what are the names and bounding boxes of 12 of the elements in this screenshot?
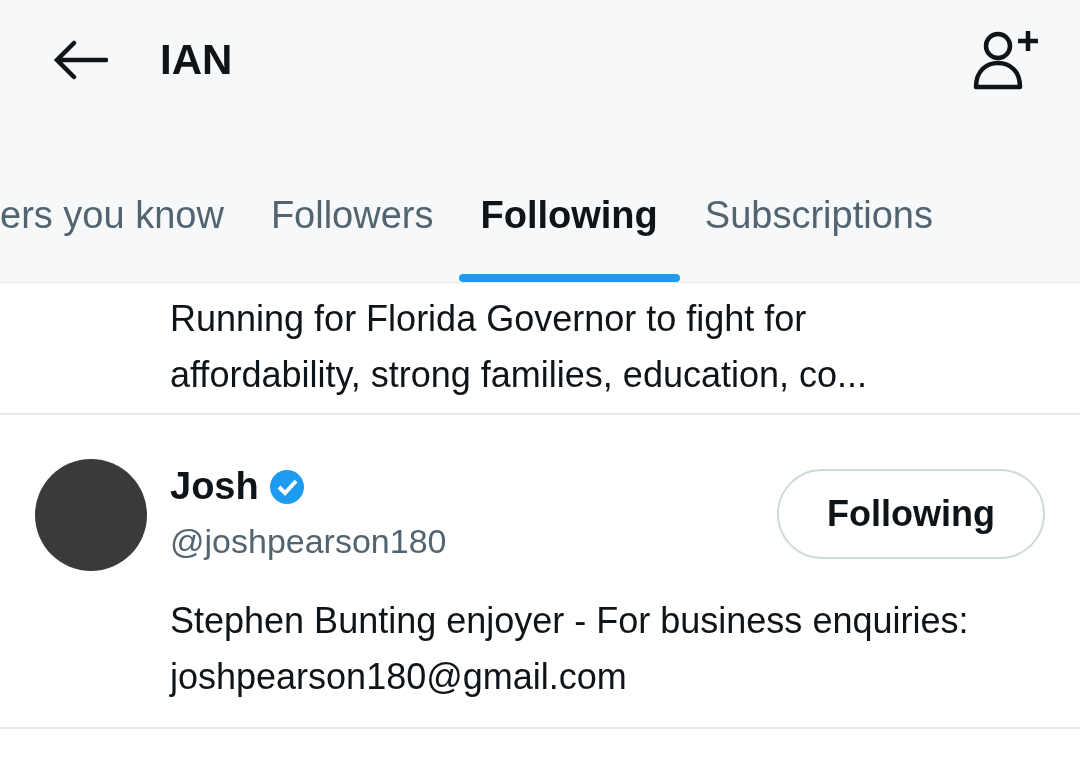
user-bio: Stephen Bunting enjoyer - For business enquiries: joshpearson180@gmail.com bbox=[168, 599, 970, 699]
tab[interactable]: ers you know bbox=[0, 194, 246, 282]
tab[interactable]: Followers bbox=[248, 194, 456, 282]
profile-title: IAN bbox=[160, 36, 234, 84]
back-arrow-icon[interactable] bbox=[52, 40, 108, 80]
user-handle: @joshpearson180 bbox=[170, 522, 448, 561]
tab[interactable]: Following bbox=[458, 194, 680, 282]
following-button[interactable]: Following bbox=[777, 469, 1045, 559]
user-name[interactable]: Josh bbox=[170, 465, 259, 508]
tab[interactable]: Subscriptions bbox=[682, 194, 955, 282]
add-person-icon[interactable] bbox=[972, 29, 1040, 91]
user-bio: Running for Florida Governor to fight for affordability, strong families, education, co... bbox=[170, 297, 869, 397]
